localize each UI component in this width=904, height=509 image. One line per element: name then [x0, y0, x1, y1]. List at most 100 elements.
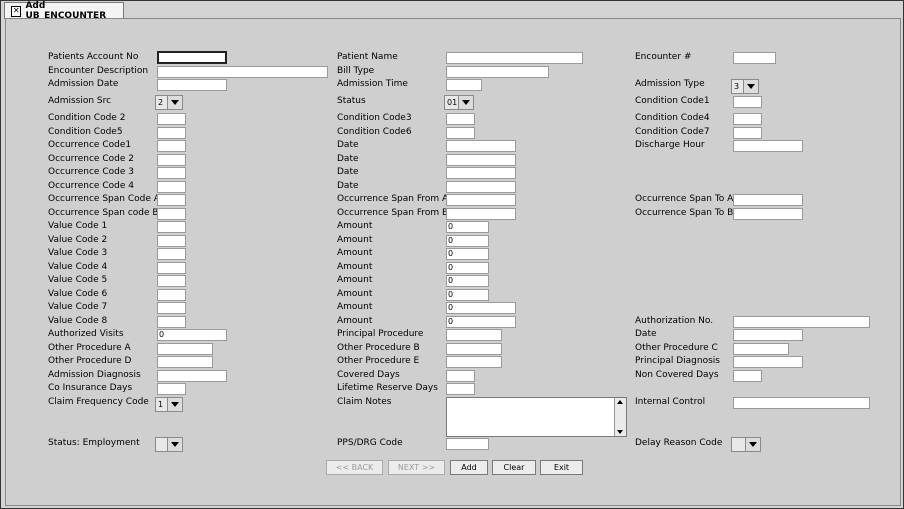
internal-control-input[interactable]	[733, 397, 870, 409]
tab-add-ub-encounter[interactable]: ✕ Add UB_ENCOUNTER	[4, 1, 124, 21]
amount2-input[interactable]: 0	[446, 235, 489, 247]
patient-name-input[interactable]	[446, 52, 583, 64]
other-procedure-a-input[interactable]	[157, 343, 213, 355]
amount4-input[interactable]: 0	[446, 262, 489, 274]
admission-type-select[interactable]: 3	[731, 79, 759, 94]
amount8-input[interactable]: 0	[446, 316, 516, 328]
authorized-visits-input[interactable]: 0	[157, 329, 227, 341]
admission-diagnosis-input[interactable]	[157, 370, 227, 382]
other-procedure-b-input[interactable]	[446, 343, 502, 355]
occ-span-code-b-input[interactable]	[157, 208, 186, 220]
lifetime-reserve-days-input[interactable]	[446, 383, 475, 395]
value-code6-input[interactable]	[157, 289, 186, 301]
encounter-num-input[interactable]	[733, 52, 776, 64]
next-button[interactable]: NEXT >>	[388, 460, 445, 475]
chevron-down-icon[interactable]	[167, 96, 182, 109]
other-procedure-d-input[interactable]	[157, 356, 213, 368]
date-proc-input[interactable]	[733, 329, 803, 341]
status-label: Status	[337, 96, 366, 106]
chevron-down-icon[interactable]	[167, 438, 182, 451]
value-code4-input[interactable]	[157, 262, 186, 274]
condition-code2-label: Condition Code 2	[48, 113, 126, 123]
condition-code3-input[interactable]	[446, 113, 475, 125]
amount5-input[interactable]: 0	[446, 275, 489, 287]
discharge-hour-input[interactable]	[733, 140, 803, 152]
value-code5-input[interactable]	[157, 275, 186, 287]
date1-input[interactable]	[446, 140, 516, 152]
covered-days-input[interactable]	[446, 370, 475, 382]
chevron-down-icon[interactable]	[167, 398, 182, 411]
value-code2-input[interactable]	[157, 235, 186, 247]
claim-notes-textarea[interactable]	[446, 397, 627, 437]
admission-src-value: 2	[158, 98, 164, 107]
principal-procedure-label: Principal Procedure	[337, 329, 424, 339]
co-insurance-days-input[interactable]	[157, 383, 186, 395]
internal-control-label: Internal Control	[635, 397, 706, 407]
non-covered-days-input[interactable]	[733, 370, 762, 382]
amount6-input[interactable]: 0	[446, 289, 489, 301]
chevron-down-icon[interactable]	[743, 80, 758, 93]
other-procedure-a-label: Other Procedure A	[48, 343, 131, 353]
add-button[interactable]: Add	[450, 460, 488, 475]
scroll-down-icon[interactable]	[617, 430, 623, 434]
occ-span-from-b-input[interactable]	[446, 208, 516, 220]
condition-code2-input[interactable]	[157, 113, 186, 125]
amount7-input[interactable]: 0	[446, 302, 516, 314]
principal-procedure-input[interactable]	[446, 329, 502, 341]
claim-frequency-code-select[interactable]: 1	[155, 397, 183, 412]
chevron-down-icon[interactable]	[458, 96, 473, 109]
encounter-description-input[interactable]	[157, 66, 328, 78]
occurrence-code4-input[interactable]	[157, 181, 186, 193]
patients-account-no-input[interactable]	[157, 51, 227, 64]
date2-input[interactable]	[446, 154, 516, 166]
occurrence-code3-input[interactable]	[157, 167, 186, 179]
occurrence-code1-input[interactable]	[157, 140, 186, 152]
condition-code5-input[interactable]	[157, 127, 186, 139]
occ-span-to-b-input[interactable]	[733, 208, 803, 220]
condition-code6-input[interactable]	[446, 127, 475, 139]
status-employment-select[interactable]	[155, 437, 183, 452]
other-procedure-c-input[interactable]	[733, 343, 789, 355]
value-code3-input[interactable]	[157, 248, 186, 260]
back-button[interactable]: << BACK	[326, 460, 383, 475]
close-icon[interactable]: ✕	[11, 5, 22, 17]
admission-date-input[interactable]	[157, 79, 227, 91]
amount1-input[interactable]: 0	[446, 221, 489, 233]
value-code8-input[interactable]	[157, 316, 186, 328]
claim-notes-scrollbar[interactable]	[614, 398, 626, 436]
admission-time-label: Admission Time	[337, 79, 408, 89]
amount4-label: Amount	[337, 262, 373, 272]
admission-time-input[interactable]	[446, 79, 482, 91]
pps-drg-code-input[interactable]	[446, 438, 489, 450]
occ-span-to-a-input[interactable]	[733, 194, 803, 206]
status-select[interactable]: 01	[444, 95, 474, 110]
admission-diagnosis-label: Admission Diagnosis	[48, 370, 141, 380]
admission-src-select[interactable]: 2	[155, 95, 183, 110]
clear-button[interactable]: Clear	[492, 460, 536, 475]
value-code7-input[interactable]	[157, 302, 186, 314]
condition-code1-input[interactable]	[733, 96, 762, 108]
bill-type-input[interactable]	[446, 66, 549, 78]
occurrence-code2-input[interactable]	[157, 154, 186, 166]
occ-span-code-a-label: Occurrence Span Code A	[48, 194, 160, 204]
authorization-no-input[interactable]	[733, 316, 870, 328]
principal-diagnosis-input[interactable]	[733, 356, 803, 368]
value-code4-label: Value Code 4	[48, 262, 108, 272]
date4-input[interactable]	[446, 181, 516, 193]
other-procedure-e-input[interactable]	[446, 356, 502, 368]
occ-span-from-a-input[interactable]	[446, 194, 516, 206]
occurrence-code3-label: Occurrence Code 3	[48, 167, 134, 177]
value-code1-input[interactable]	[157, 221, 186, 233]
date3-input[interactable]	[446, 167, 516, 179]
delay-reason-code-label: Delay Reason Code	[635, 438, 723, 448]
lifetime-reserve-days-label: Lifetime Reserve Days	[337, 383, 438, 393]
occ-span-code-a-input[interactable]	[157, 194, 186, 206]
condition-code4-input[interactable]	[733, 113, 762, 125]
scroll-up-icon[interactable]	[617, 400, 623, 404]
condition-code7-input[interactable]	[733, 127, 762, 139]
delay-reason-code-select[interactable]	[731, 437, 761, 452]
other-procedure-d-label: Other Procedure D	[48, 356, 132, 366]
chevron-down-icon[interactable]	[745, 438, 760, 451]
exit-button[interactable]: Exit	[540, 460, 583, 475]
amount3-input[interactable]: 0	[446, 248, 489, 260]
